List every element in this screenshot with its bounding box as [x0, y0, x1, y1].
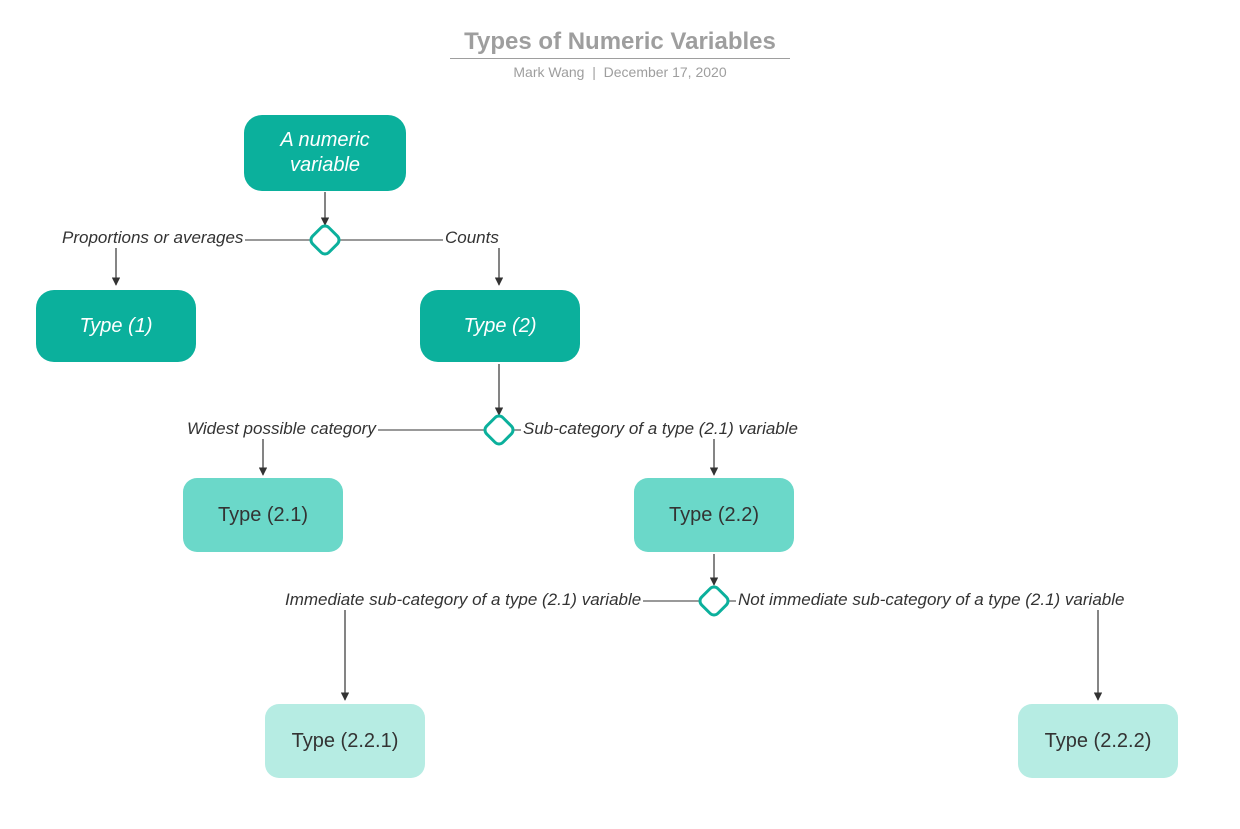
node-root: A numeric variable [244, 115, 406, 191]
edge-label-counts: Counts [443, 228, 501, 248]
diagram-subtitle: Mark Wang | December 17, 2020 [0, 64, 1240, 80]
title-underline [450, 58, 790, 59]
edge-label-not-immediate: Not immediate sub-category of a type (2.… [736, 590, 1126, 610]
edge-label-proportions: Proportions or averages [60, 228, 245, 248]
author-label: Mark Wang [513, 64, 584, 80]
node-type2: Type (2) [420, 290, 580, 362]
separator: | [588, 64, 603, 80]
edge-label-immediate: Immediate sub-category of a type (2.1) v… [283, 590, 643, 610]
node-type21: Type (2.1) [183, 478, 343, 552]
gateway-icon [696, 583, 733, 620]
node-type221: Type (2.2.1) [265, 704, 425, 778]
node-type22: Type (2.2) [634, 478, 794, 552]
diagram-title: Types of Numeric Variables [0, 28, 1240, 56]
edge-label-widest: Widest possible category [185, 419, 378, 439]
gateway-icon [307, 222, 344, 259]
node-type222: Type (2.2.2) [1018, 704, 1178, 778]
gateway-icon [481, 412, 518, 449]
edge-label-subcat: Sub-category of a type (2.1) variable [521, 419, 800, 439]
date-label: December 17, 2020 [604, 64, 727, 80]
node-type1: Type (1) [36, 290, 196, 362]
